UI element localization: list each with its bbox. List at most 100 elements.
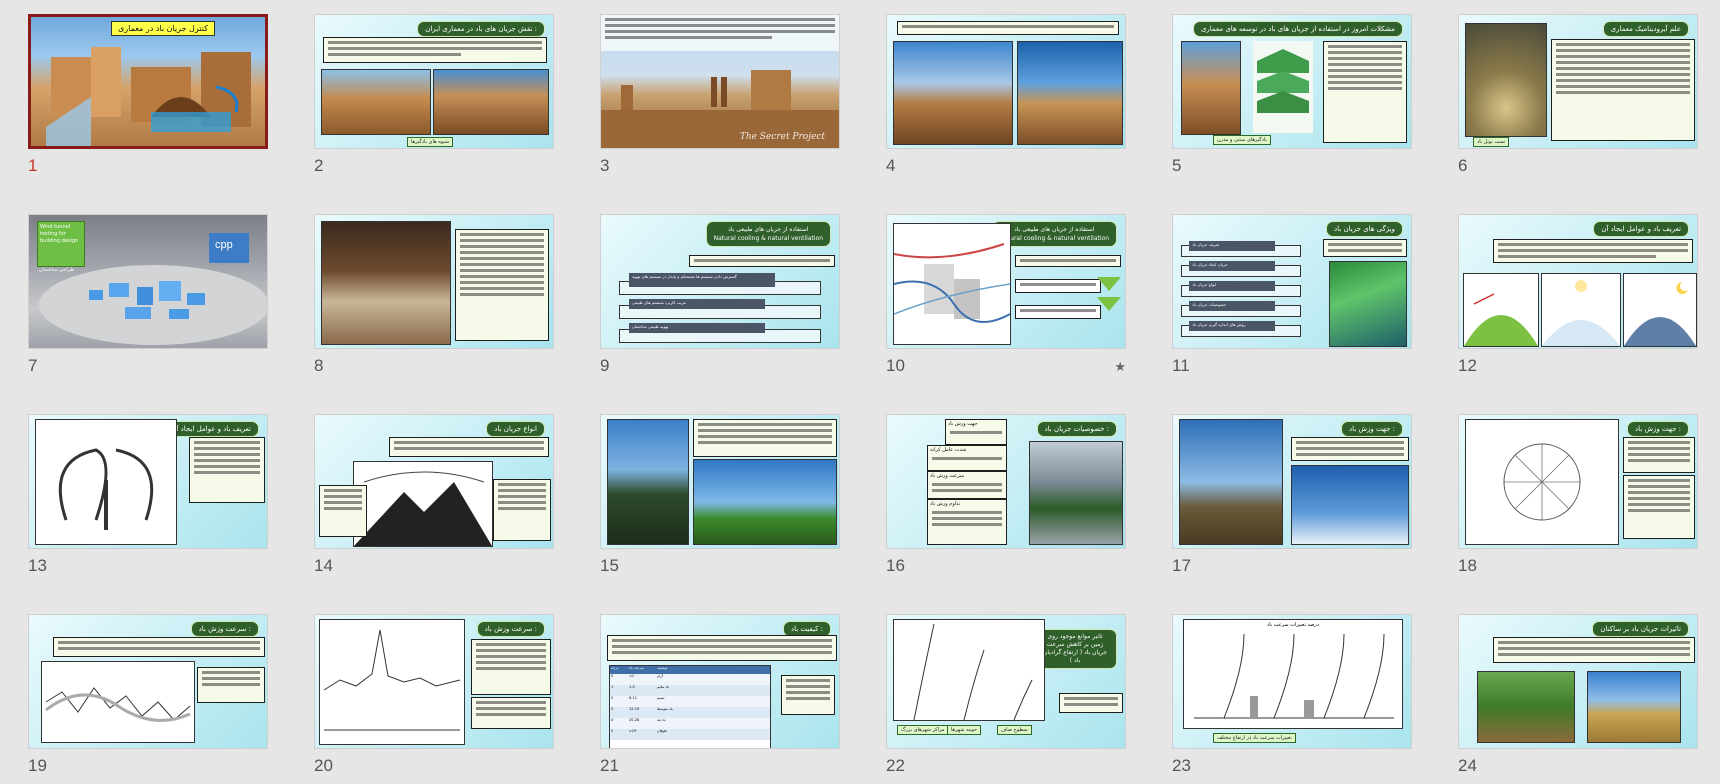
forest-photo	[1477, 671, 1575, 743]
slide-number: 7	[28, 356, 38, 375]
slide-number: 18	[1458, 556, 1477, 575]
gust-recording-graph	[319, 619, 465, 745]
slide-thumbnail-8[interactable]	[314, 214, 554, 349]
caption-label: بادگیرهای سنتی و مدرن	[1213, 135, 1271, 145]
slide-thumbnail-19[interactable]: سرعت وزش باد :	[28, 614, 268, 749]
table-row: 1 1-5 باد ملایم	[610, 685, 770, 696]
slide-cell-7[interactable]: Wind tunnel testing for building design …	[28, 214, 268, 375]
watermark-text: The Secret Project	[739, 132, 825, 142]
sign-subtitle: طراحی ساختمان	[39, 267, 75, 273]
slide-number: 20	[314, 756, 333, 775]
slide-cell-10[interactable]: استفاده از جریان های طبیعی باد Natural c…	[886, 214, 1126, 375]
slide-title: جهت وزش باد :	[1627, 421, 1689, 437]
slide-thumbnail-21[interactable]: کیفیت باد : درجه سرعت باد توصیف 0 <1 آرام 1…	[600, 614, 840, 749]
slide-number: 23	[1172, 756, 1191, 775]
table-cell: 0	[611, 674, 614, 678]
slide-title: علم آیرودینامیک معماری	[1602, 21, 1689, 37]
slide-thumbnail-3[interactable]: The Secret Project	[600, 14, 840, 149]
text-box	[455, 229, 549, 341]
slide-thumbnail-15[interactable]	[600, 414, 840, 549]
concept-row: مزیت کاربرد سیستم های طبیعی	[629, 299, 765, 309]
slide-cell-19[interactable]: سرعت وزش باد : 19	[28, 614, 268, 775]
text-box	[1059, 693, 1123, 713]
hill-icon	[1464, 293, 1538, 346]
line-graph-icon	[45, 687, 191, 722]
slide-thumbnail-12[interactable]: تعریف باد و عوامل ایجاد آن	[1458, 214, 1698, 349]
sign-line: Wind tunnel	[40, 224, 71, 230]
slide-thumbnail-18[interactable]: جهت وزش باد :	[1458, 414, 1698, 549]
slide-thumbnail-10[interactable]: استفاده از جریان های طبیعی باد Natural c…	[886, 214, 1126, 349]
table-cell: آرام	[657, 674, 663, 678]
slide-cell-11[interactable]: ویژگی های جریان باد تعریف جریان باد جریا…	[1172, 214, 1412, 375]
table-cell: <1	[629, 674, 635, 678]
concept-row: انواع جریان باد	[1189, 281, 1275, 291]
slide-thumbnail-2[interactable]: نقش جریان های باد در معماری ایران : شیوه…	[314, 14, 554, 149]
slide-thumbnail-4[interactable]	[886, 14, 1126, 149]
slide-number: 9	[600, 356, 610, 375]
slide-cell-18[interactable]: جهت وزش باد : 18	[1458, 414, 1698, 575]
slide-thumbnail-16[interactable]: خصوصیات جریان باد : جهت وزش باد شدت عامل…	[886, 414, 1126, 549]
slide-thumbnail-22[interactable]: تاثیر موانع موجود روی زمین بر کاهش سرعت …	[886, 614, 1126, 749]
text-box	[189, 437, 265, 503]
slide-cell-2[interactable]: نقش جریان های باد در معماری ایران : شیوه…	[314, 14, 554, 175]
slide-thumbnail-24[interactable]: تاثیرات جریان باد بر ساکنان	[1458, 614, 1698, 749]
slide-cell-3[interactable]: The Secret Project 3	[600, 14, 840, 175]
wind-gradient-profiles	[893, 619, 1045, 721]
title-line: استفاده از جریان های طبیعی باد	[1014, 226, 1095, 233]
palm-tree-photo	[693, 459, 837, 545]
animation-star-icon[interactable]: ★	[1114, 360, 1126, 375]
slide-cell-12[interactable]: تعریف باد و عوامل ایجاد آن 12	[1458, 214, 1698, 375]
slide-thumbnail-14[interactable]: انواع جریان باد	[314, 414, 554, 549]
table-cell: 4	[611, 718, 614, 722]
slide-thumbnail-1[interactable]: کنترل جریان باد در معماری	[28, 14, 268, 149]
slide-cell-16[interactable]: خصوصیات جریان باد : جهت وزش باد شدت عامل…	[886, 414, 1126, 575]
text-box	[1015, 255, 1121, 267]
slide-cell-24[interactable]: تاثیرات جریان باد بر ساکنان 24	[1458, 614, 1698, 775]
concept-row: خصوصیات جریان باد	[1189, 301, 1275, 311]
text-box	[471, 639, 551, 695]
slide-cell-8[interactable]: 8	[314, 214, 554, 375]
slide-thumbnail-20[interactable]: سرعت وزش باد :	[314, 614, 554, 749]
slide-cell-5[interactable]: مشکلات امروز در استفاده از جریان های باد…	[1172, 14, 1412, 175]
slide-thumbnail-23[interactable]: درصد تغییرات سرعت باد تغییرات سرعت باد د…	[1172, 614, 1412, 749]
sign-line: testing for	[40, 231, 66, 237]
slide-thumbnail-5[interactable]: مشکلات امروز در استفاده از جریان های باد…	[1172, 14, 1412, 149]
mountain-wind-diagram	[353, 461, 493, 547]
slide-cell-4[interactable]: 4	[886, 14, 1126, 175]
text-box	[689, 255, 835, 267]
slide-title: نقش جریان های باد در معماری ایران :	[417, 21, 545, 37]
slide-number: 15	[600, 556, 619, 575]
slide-cell-6[interactable]: علم آیرودینامیک معماری تست تونل باد 6	[1458, 14, 1698, 175]
table-header: سرعت باد	[629, 666, 645, 670]
valley-wind-diagram	[1463, 273, 1539, 347]
slide-cell-21[interactable]: کیفیت باد : درجه سرعت باد توصیف 0 <1 آرام 1…	[600, 614, 840, 775]
slide-cell-20[interactable]: سرعت وزش باد : 20	[314, 614, 554, 775]
slide-thumbnail-6[interactable]: علم آیرودینامیک معماری تست تونل باد	[1458, 14, 1698, 149]
wind-flow-image	[1329, 261, 1407, 347]
windcatcher-photo	[433, 69, 549, 135]
anemometer-photo	[1179, 419, 1283, 545]
slide-cell-23[interactable]: درصد تغییرات سرعت باد تغییرات سرعت باد د…	[1172, 614, 1412, 775]
yazd-skyline-image	[601, 70, 839, 148]
concept-row: روش های اندازه گیری جریان باد	[1189, 321, 1275, 331]
text-box	[323, 37, 547, 63]
slide-thumbnail-7[interactable]: Wind tunnel testing for building design …	[28, 214, 268, 349]
slide-number: 22	[886, 756, 905, 775]
slide-cell-1[interactable]: کنترل جریان باد در معماری 1	[28, 14, 268, 175]
concept-row: گسترش دادن سیستم ها مستحکم و پایدار در س…	[629, 273, 775, 287]
slide-thumbnail-17[interactable]: جهت وزش باد :	[1172, 414, 1412, 549]
slide-cell-13[interactable]: تعریف باد و عوامل ایجاد آن 13	[28, 414, 268, 575]
slide-cell-22[interactable]: تاثیر موانع موجود روی زمین بر کاهش سرعت …	[886, 614, 1126, 775]
slide-thumbnail-13[interactable]: تعریف باد و عوامل ایجاد آن	[28, 414, 268, 549]
slide-thumbnail-9[interactable]: استفاده از جریان های طبیعی باد Natural c…	[600, 214, 840, 349]
text-box: سرعت وزش باد	[927, 471, 1007, 499]
slide-number: 16	[886, 556, 905, 575]
profile-label: حومه شهرها	[947, 725, 982, 735]
slide-cell-14[interactable]: انواع جریان باد 14	[314, 414, 554, 575]
slide-cell-9[interactable]: استفاده از جریان های طبیعی باد Natural c…	[600, 214, 840, 375]
table-row: 2 6-11 نسیم	[610, 696, 770, 707]
convection-diagram	[35, 419, 177, 545]
slide-thumbnail-11[interactable]: ویژگی های جریان باد تعریف جریان باد جریا…	[1172, 214, 1412, 349]
slide-cell-17[interactable]: جهت وزش باد : 17	[1172, 414, 1412, 575]
slide-cell-15[interactable]: 15	[600, 414, 840, 575]
